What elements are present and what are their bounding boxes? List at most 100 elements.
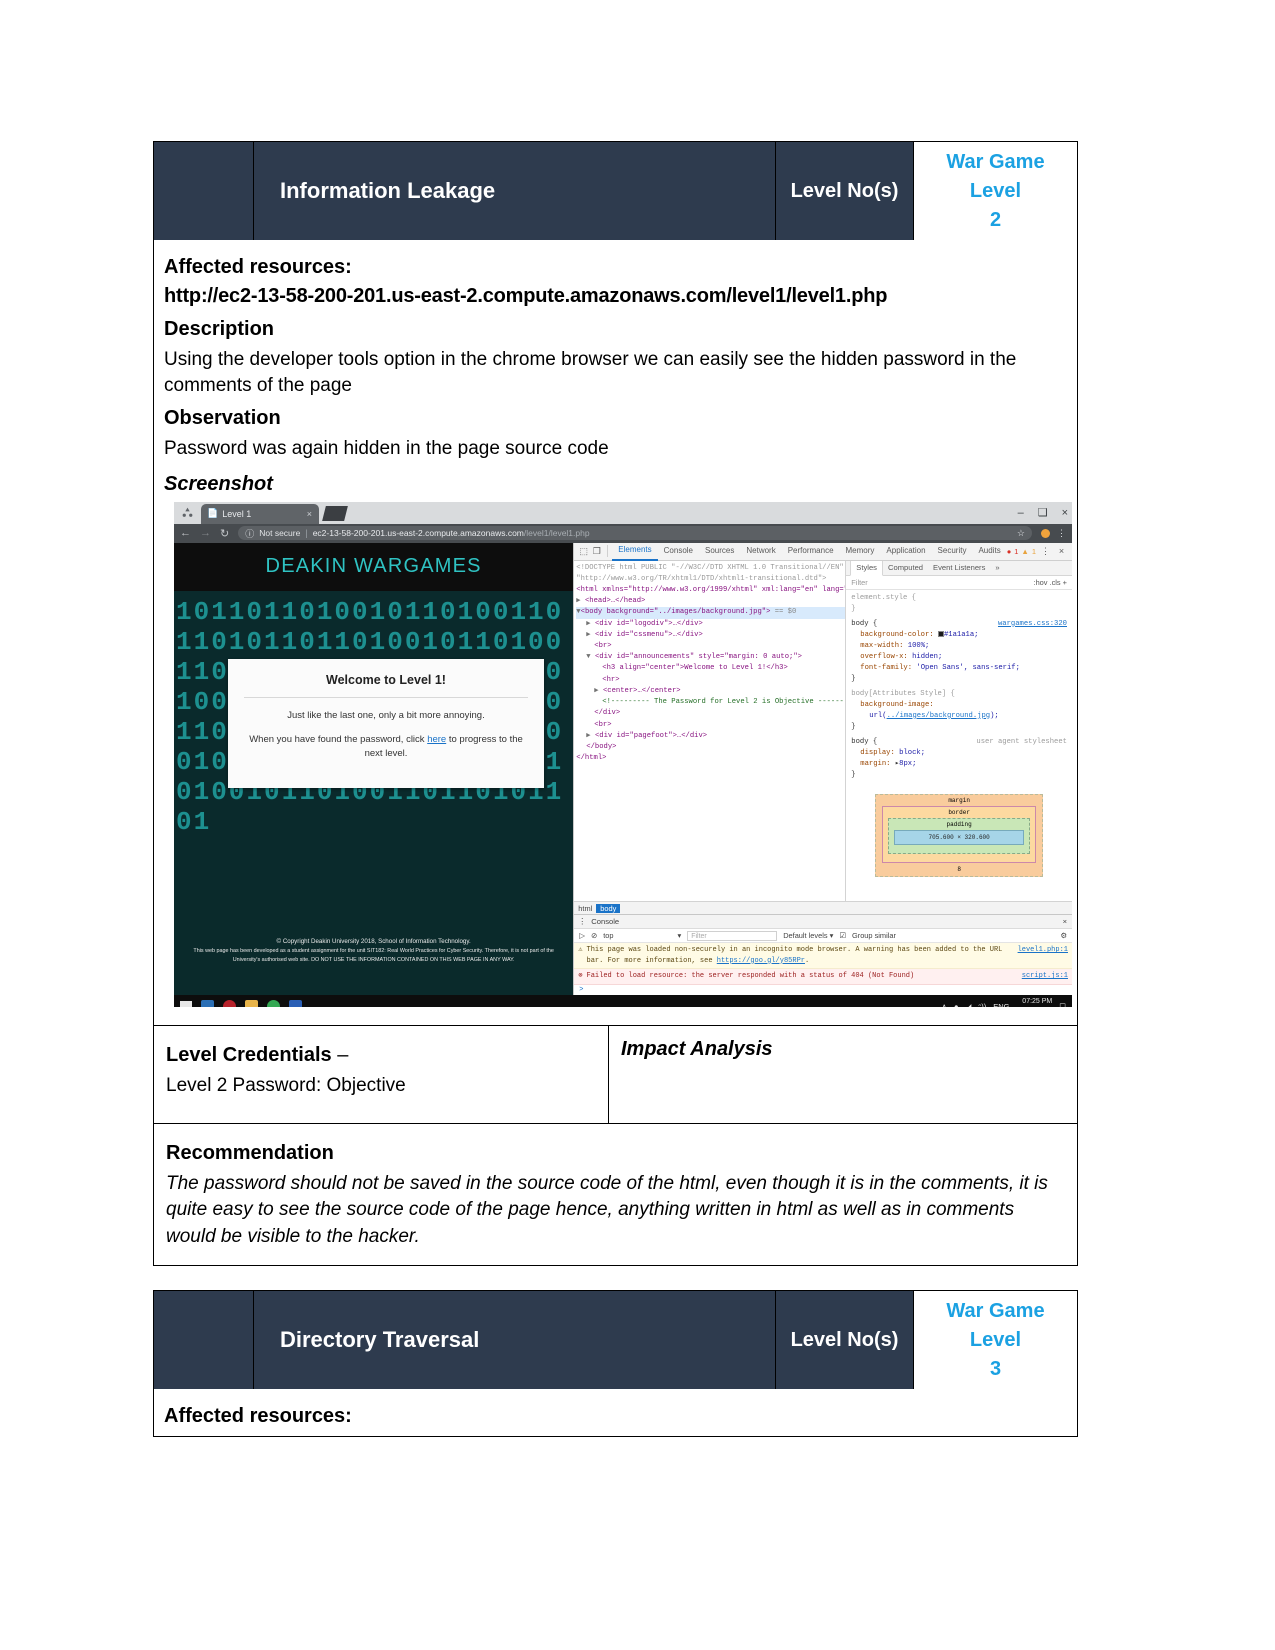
dom-announcements[interactable]: ▼ <div id="announcements" style="margin:… [576,652,845,663]
minimize-button[interactable]: – [1018,504,1024,522]
browser-menu-icon[interactable]: ⋮ [1057,528,1066,539]
console-execute-icon[interactable]: ▷ [579,931,585,940]
devtools-more-icon[interactable]: ⋮ [1039,546,1052,557]
web-page-pane: DEAKIN WARGAMES 101101101001011010011011… [174,542,574,995]
profile-avatar[interactable] [1041,528,1050,538]
dom-body-close: </body> [586,742,617,751]
devtools-tab-security[interactable]: Security [932,542,973,560]
dom-pagefoot[interactable]: ▶ <div id="pagefoot">…</div> [576,731,845,742]
browser-tab[interactable]: 📄 Level 1 × [201,503,319,524]
box-model-margin-bottom: 8 [957,865,961,873]
expand-arrow-icon[interactable]: ▶ [586,732,590,740]
styles-tab-styles[interactable]: Styles [850,560,883,577]
here-link[interactable]: here [427,734,446,745]
console-settings-icon[interactable]: ⚙ [1060,931,1067,940]
devtools-tab-audits[interactable]: Audits [972,542,1006,560]
console-warning-link[interactable]: https://goo.gl/y85RPr [717,957,805,965]
bookmark-star-icon[interactable]: ☆ [1017,528,1025,539]
dom-body-open[interactable]: ▼<body background="../images/background.… [576,607,846,619]
recommendation-row: Recommendation The password should not b… [154,1122,1077,1265]
styles-tab-event-listeners[interactable]: Event Listeners [928,561,990,575]
rule-attributes-style-open: body[Attributes Style] { [851,689,955,698]
site-footer: © Copyright Deakin University 2018, Scho… [174,937,573,964]
console-levels-select[interactable]: Default levels ▾ [783,931,833,940]
inspect-element-icon[interactable]: ⬚ [577,546,590,557]
devtools-close-icon[interactable]: × [1055,546,1068,556]
affected-resources-label-2: Affected resources: [164,1405,352,1427]
dom-head[interactable]: ▶ <head>…</head> [576,596,845,607]
style-source-file[interactable]: wargames.css:320 [998,619,1067,630]
background-image-link[interactable]: ../images/background.jpg [887,712,991,720]
device-toolbar-icon[interactable]: ❐ [590,546,603,557]
dom-logodiv[interactable]: ▶ <div id="logodiv">…</div> [576,619,845,630]
devtools-tab-elements[interactable]: Elements [612,541,658,562]
breadcrumb-html[interactable]: html [578,904,592,913]
hov-cls-controls[interactable]: :hov .cls + [1034,578,1067,587]
console-drawer-tab[interactable]: Console [591,917,619,926]
network-icon[interactable]: ◢ [966,1002,972,1007]
dom-hr: <hr> [602,675,620,684]
collapse-arrow-icon[interactable]: ▼ [586,653,590,661]
observation-text: Password was again hidden in the page so… [164,438,609,460]
forward-button[interactable]: → [200,527,211,539]
group-similar-checkbox[interactable]: ☑ [839,931,846,940]
address-bar[interactable]: ⓘ Not secure | ec2-13-58-200-201.us-east… [238,526,1032,541]
console-context-select[interactable]: top ▾ [603,931,681,940]
explorer-icon[interactable] [245,1000,258,1007]
new-tab-button[interactable] [322,505,348,521]
expand-arrow-icon[interactable]: ▶ [594,687,598,695]
devtools-tab-network[interactable]: Network [740,542,781,560]
styles-filter-input[interactable]: Filter [851,578,867,587]
notifications-icon[interactable]: ☐ [1059,1002,1066,1007]
console-warning-source[interactable]: level1.php:1 [1018,945,1068,966]
back-button[interactable]: ← [180,527,191,539]
onedrive-icon[interactable]: ● [954,1002,959,1007]
browser-tab-strip: 📄 Level 1 × – ❑ × [174,501,1072,524]
error-badge-icon[interactable]: ● [1007,547,1012,556]
url-text: ec2-13-58-200-201.us-east-2.compute.amaz… [313,528,590,538]
devtools-tab-sources[interactable]: Sources [699,542,740,560]
breadcrumb-body[interactable]: body [596,903,621,913]
devtools-tab-application[interactable]: Application [880,542,931,560]
expand-arrow-icon[interactable]: ▶ [576,597,580,605]
tab-title: Level 1 [222,508,252,519]
console-clear-icon[interactable]: ⊘ [591,931,597,940]
console-drawer-close-icon[interactable]: × [1063,917,1072,926]
devtools-tab-performance[interactable]: Performance [782,542,840,560]
not-secure-icon[interactable]: ⓘ [245,527,254,540]
dom-cssmenu[interactable]: ▶ <div id="cssmenu">…</div> [576,630,845,641]
start-button-icon[interactable] [180,1000,192,1007]
styles-overflow-icon[interactable]: » [990,561,1004,575]
show-hidden-icons[interactable]: ∧ [942,1002,948,1007]
dom-center[interactable]: ▶ <center>…</center> [576,686,845,697]
dom-html-open[interactable]: <html xmlns="http://www.w3.org/1999/xhtm… [576,585,845,596]
site-header: DEAKIN WARGAMES [174,542,574,591]
console-error-source[interactable]: script.js:1 [1022,971,1068,982]
war-game-line-1: War Game [946,150,1045,173]
drawer-more-icon[interactable]: ⋮ [578,917,586,926]
rule-element-style-close: } [851,604,856,613]
devtools-tab-memory[interactable]: Memory [840,542,881,560]
war-game-level-cell: War Game Level 2 [914,142,1077,240]
volume-icon[interactable]: ᵔ)) [978,1002,986,1007]
language-indicator[interactable]: ENG [993,1002,1009,1007]
warning-badge-icon[interactable]: ▲ [1021,547,1028,556]
close-window-button[interactable]: × [1062,504,1068,522]
console-prompt[interactable]: > [574,985,1072,995]
maximize-button[interactable]: ❑ [1038,504,1048,522]
expand-arrow-icon[interactable]: ▶ [586,631,590,639]
teams-icon[interactable] [223,1000,236,1007]
office-icon[interactable] [289,1000,302,1007]
devtools-tab-console[interactable]: Console [658,542,699,560]
expand-arrow-icon[interactable]: ▶ [586,620,590,628]
box-model-padding: padding 705.600 × 320.600 [888,817,1031,854]
console-filter-input[interactable]: Filter [687,930,778,941]
announcement-card: Welcome to Level 1! Just like the last o… [228,658,544,788]
tab-close-icon[interactable]: × [307,509,312,519]
level-credentials-label: Level Credentials – [166,1043,349,1066]
styles-tab-computed[interactable]: Computed [883,561,928,575]
chrome-icon[interactable] [267,1000,280,1007]
folder-icon[interactable] [201,1000,214,1007]
clock[interactable]: 07:25 PM 28-05-2018 [1016,998,1052,1007]
reload-button[interactable]: ↻ [220,527,229,540]
